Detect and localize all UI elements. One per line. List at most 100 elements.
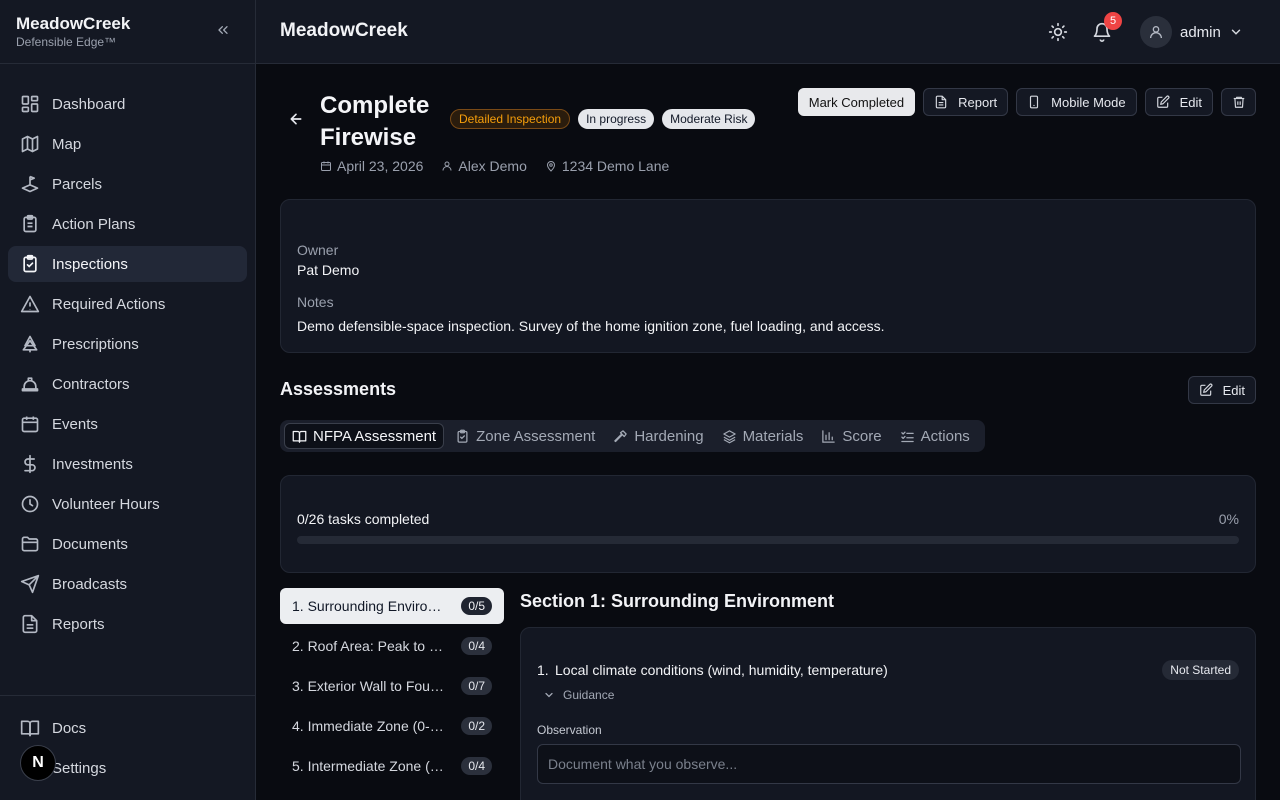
hammer-icon xyxy=(613,429,628,444)
sidebar-item-volunteer-hours[interactable]: Volunteer Hours xyxy=(8,486,247,522)
section-name: 5. Intermediate Zone (5-30 ft) xyxy=(292,758,444,774)
trash-icon xyxy=(1232,95,1246,109)
section-count: 0/4 xyxy=(461,757,492,775)
sidebar-item-parcels[interactable]: Parcels xyxy=(8,166,247,202)
question-status-badge[interactable]: Not Started xyxy=(1162,660,1239,680)
file-icon xyxy=(20,614,40,634)
sidebar-item-label: Prescriptions xyxy=(52,335,139,353)
tab-label: Hardening xyxy=(634,427,704,445)
sidebar-item-contractors[interactable]: Contractors xyxy=(8,366,247,402)
tab-score[interactable]: Score xyxy=(814,423,888,449)
sidebar: MeadowCreek Defensible Edge™ Dashboard M… xyxy=(0,0,256,800)
notes-value: Demo defensible-space inspection. Survey… xyxy=(297,318,885,334)
main-content: Complete Firewise Detailed Inspection In… xyxy=(256,64,1280,800)
tab-label: Actions xyxy=(920,427,970,445)
sidebar-item-label: Map xyxy=(52,135,82,153)
collapse-sidebar-icon[interactable] xyxy=(215,22,231,38)
tab-label: Materials xyxy=(742,427,804,445)
sidebar-item-map[interactable]: Map xyxy=(8,126,247,162)
section-title: Section 1: Surrounding Environment xyxy=(520,591,835,611)
clipboard-list-icon xyxy=(20,214,40,234)
clipboard-icon xyxy=(455,429,470,444)
chevron-down-icon[interactable] xyxy=(1229,25,1243,39)
guidance-label: Guidance xyxy=(563,688,615,702)
mark-completed-button[interactable]: Mark Completed xyxy=(797,88,916,116)
inspector-name: Alex Demo xyxy=(458,158,527,174)
sidebar-item-label: Broadcasts xyxy=(52,575,128,593)
sidebar-item-investments[interactable]: Investments xyxy=(8,446,247,482)
sidebar-item-docs[interactable]: Docs xyxy=(8,710,247,746)
section-item[interactable]: 5. Intermediate Zone (5-30 ft) 0/4 xyxy=(280,748,504,784)
tab-hardening[interactable]: Hardening xyxy=(606,423,710,449)
report-button[interactable]: Report xyxy=(923,88,1009,116)
send-icon xyxy=(20,574,40,594)
tab-materials[interactable]: Materials xyxy=(715,423,811,449)
theme-toggle-sun-icon[interactable] xyxy=(1048,22,1068,42)
delete-button[interactable] xyxy=(1221,88,1256,116)
chevron-down-icon xyxy=(543,689,555,701)
sidebar-item-broadcasts[interactable]: Broadcasts xyxy=(8,566,247,602)
tab-actions[interactable]: Actions xyxy=(893,423,977,449)
section-item[interactable]: 4. Immediate Zone (0-5 ft) 0/2 xyxy=(280,708,504,744)
sidebar-item-action-plans[interactable]: Action Plans xyxy=(8,206,247,242)
sidebar-item-label: Docs xyxy=(52,719,87,737)
folder-icon xyxy=(20,534,40,554)
tab-nfpa-assessment[interactable]: NFPA Assessment xyxy=(284,423,445,449)
parcels-icon xyxy=(20,174,40,194)
section-item[interactable]: 3. Exterior Wall to Foundation 0/7 xyxy=(280,668,504,704)
assessments-edit-label: Edit xyxy=(1222,382,1245,398)
assessments-edit-button[interactable]: Edit xyxy=(1187,376,1256,404)
back-arrow-icon[interactable] xyxy=(288,111,304,127)
warning-icon xyxy=(20,294,40,314)
topbar: MeadowCreek 5 admin xyxy=(256,0,1280,64)
user-name[interactable]: admin xyxy=(1180,24,1221,41)
section-item[interactable]: 2. Roof Area: Peak to Gutter 0/4 xyxy=(280,628,504,664)
section-count: 0/7 xyxy=(461,677,492,695)
sidebar-item-label: Investments xyxy=(52,455,133,473)
sidebar-item-reports[interactable]: Reports xyxy=(8,606,247,642)
guidance-toggle[interactable]: Guidance xyxy=(543,688,614,702)
assessments-heading: Assessments xyxy=(280,379,397,399)
sidebar-item-label: Required Actions xyxy=(52,295,166,313)
section-count: 0/4 xyxy=(461,637,492,655)
tab-zone-assessment[interactable]: Zone Assessment xyxy=(448,423,602,449)
sidebar-item-inspections[interactable]: Inspections xyxy=(8,246,247,282)
calendar-icon xyxy=(320,160,332,172)
date-text: April 23, 2026 xyxy=(337,158,424,174)
brand-name: MeadowCreek xyxy=(16,14,131,33)
inspection-actions: Mark Completed Report Mobile Mode Edit xyxy=(797,88,1256,116)
sidebar-nav: Dashboard Map Parcels Action Plans Inspe… xyxy=(0,86,255,642)
dollar-icon xyxy=(20,454,40,474)
file-text-icon xyxy=(934,95,948,109)
section-name: 1. Surrounding Environment xyxy=(292,598,444,614)
inspector: Alex Demo xyxy=(441,158,527,174)
mobile-mode-button[interactable]: Mobile Mode xyxy=(1016,88,1137,116)
progress-card: 0/26 tasks completed 0% xyxy=(280,475,1256,573)
brand: MeadowCreek Defensible Edge™ xyxy=(0,0,255,64)
book-open-icon xyxy=(292,429,307,444)
edit-button-label: Edit xyxy=(1179,94,1202,110)
progress-label: 0/26 tasks completed xyxy=(297,511,430,527)
checklist-icon xyxy=(900,429,915,444)
sidebar-item-label: Volunteer Hours xyxy=(52,495,160,513)
observation-input[interactable] xyxy=(537,744,1241,784)
calendar-icon xyxy=(20,414,40,434)
brand-tagline: Defensible Edge™ xyxy=(16,35,117,49)
address-text: 1234 Demo Lane xyxy=(561,158,670,174)
avatar[interactable] xyxy=(1140,16,1172,48)
sidebar-item-dashboard[interactable]: Dashboard xyxy=(8,86,247,122)
notes-label: Notes xyxy=(297,294,334,310)
sidebar-item-required-actions[interactable]: Required Actions xyxy=(8,286,247,322)
mobile-mode-button-label: Mobile Mode xyxy=(1051,94,1126,110)
sidebar-item-label: Action Plans xyxy=(52,215,136,233)
sidebar-item-events[interactable]: Events xyxy=(8,406,247,442)
section-list: 1. Surrounding Environment 0/5 2. Roof A… xyxy=(280,588,504,788)
edit-button[interactable]: Edit xyxy=(1144,88,1213,116)
section-item[interactable]: 1. Surrounding Environment 0/5 xyxy=(280,588,504,624)
n-badge[interactable]: N xyxy=(20,745,56,781)
tab-label: NFPA Assessment xyxy=(313,427,437,445)
sidebar-item-label: Parcels xyxy=(52,175,103,193)
progress-bar xyxy=(297,536,1239,544)
sidebar-item-documents[interactable]: Documents xyxy=(8,526,247,562)
sidebar-item-prescriptions[interactable]: Prescriptions xyxy=(8,326,247,362)
